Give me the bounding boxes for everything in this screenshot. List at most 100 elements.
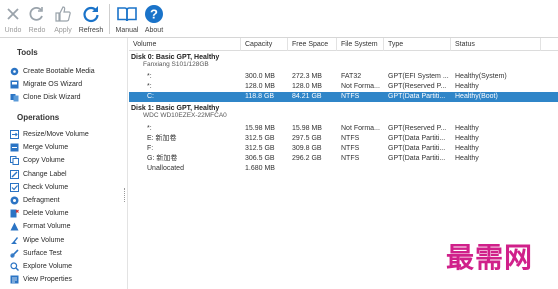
free-space-cell: 296.2 GB — [292, 155, 322, 162]
disk-0-header[interactable]: Disk 0: Basic GPT, Healthy Fanxiang S101… — [129, 54, 558, 68]
table-row[interactable]: F: 312.5 GB 309.8 GB NTFS GPT(Data Parti… — [129, 144, 558, 154]
column-header-capacity[interactable]: Capacity — [241, 38, 288, 51]
clone-disk-item[interactable]: Clone Disk Wizard — [0, 91, 126, 104]
delete-volume-label: Delete Volume — [23, 210, 69, 218]
table-row-selected[interactable]: C: 118.8 GB 84.21 GB NTFS GPT(Data Parti… — [129, 92, 558, 102]
defragment-item[interactable]: Defragment — [0, 194, 126, 207]
change-label-label: Change Label — [23, 170, 67, 178]
merge-volume-label: Merge Volume — [23, 144, 69, 152]
free-space-cell: 128.0 MB — [292, 83, 322, 90]
type-cell: GPT(Data Partiti... — [388, 93, 446, 100]
volume-cell: *: — [147, 83, 152, 90]
book-icon — [116, 3, 138, 25]
migrate-os-icon — [9, 80, 19, 90]
table-row[interactable]: *: 300.0 MB 272.3 MB FAT32 GPT(EFI Syste… — [129, 72, 558, 82]
create-bootable-media-label: Create Bootable Media — [23, 68, 95, 76]
redo-icon — [26, 3, 48, 25]
check-icon — [9, 182, 19, 192]
type-cell: GPT(Data Partiti... — [388, 155, 446, 162]
wipe-volume-item[interactable]: Wipe Volume — [0, 234, 126, 247]
file-system-cell: NTFS — [341, 145, 360, 152]
manual-label: Manual — [115, 27, 139, 34]
table-row[interactable]: Unallocated 1.680 MB — [129, 164, 558, 174]
status-cell: Healthy(Boot) — [455, 93, 498, 100]
format-volume-item[interactable]: Format Volume — [0, 220, 126, 233]
capacity-cell: 312.5 GB — [245, 135, 275, 142]
capacity-cell: 300.0 MB — [245, 73, 275, 80]
refresh-label: Refresh — [78, 27, 104, 34]
copy-volume-item[interactable]: Copy Volume — [0, 154, 126, 167]
manual-button[interactable]: Manual — [113, 0, 141, 38]
table-row[interactable]: *: 15.98 MB 15.98 MB Not Forma... GPT(Re… — [129, 124, 558, 134]
free-space-cell: 84.21 GB — [292, 93, 322, 100]
format-icon — [9, 222, 19, 232]
view-properties-label: View Properties — [23, 276, 72, 284]
about-button[interactable]: ? About — [141, 0, 167, 38]
defragment-icon — [9, 196, 19, 206]
table-row[interactable]: E: 新加卷 312.5 GB 297.5 GB NTFS GPT(Data P… — [129, 134, 558, 144]
resize-move-volume-item[interactable]: Resize/Move Volume — [0, 128, 126, 141]
thumbs-up-icon — [52, 3, 74, 25]
file-system-cell: FAT32 — [341, 73, 362, 80]
splitter-handle[interactable] — [124, 188, 126, 202]
disk-1-header[interactable]: Disk 1: Basic GPT, Healthy WDC WD10EZEX-… — [129, 105, 558, 119]
surface-test-icon — [9, 248, 19, 258]
status-cell: Healthy(System) — [455, 73, 507, 80]
create-bootable-media-item[interactable]: Create Bootable Media — [0, 65, 126, 78]
disk-0-model: Fanxiang S101/128GB — [143, 61, 209, 68]
table-header: Volume Capacity Free Space File System T… — [129, 38, 558, 51]
change-label-item[interactable]: Change Label — [0, 168, 126, 181]
redo-button[interactable]: Redo — [24, 0, 50, 38]
operations-section-title: Operations — [17, 113, 60, 122]
defragment-label: Defragment — [23, 197, 60, 205]
volume-cell: E: 新加卷 — [147, 135, 177, 142]
file-system-cell: Not Forma... — [341, 125, 380, 132]
status-cell: Healthy — [455, 155, 479, 162]
free-space-cell: 297.5 GB — [292, 135, 322, 142]
status-cell: Healthy — [455, 125, 479, 132]
status-cell: Healthy — [455, 145, 479, 152]
type-cell: GPT(Reserved P... — [388, 125, 447, 132]
redo-label: Redo — [28, 27, 46, 34]
view-properties-item[interactable]: View Properties — [0, 273, 126, 286]
table-row[interactable]: *: 128.0 MB 128.0 MB Not Forma... GPT(Re… — [129, 82, 558, 92]
disk-0-title: Disk 0: Basic GPT, Healthy — [131, 54, 220, 61]
status-cell: Healthy — [455, 135, 479, 142]
capacity-cell: 1.680 MB — [245, 165, 275, 172]
disk-1-title: Disk 1: Basic GPT, Healthy — [131, 105, 220, 112]
capacity-cell: 312.5 GB — [245, 145, 275, 152]
column-header-free-space[interactable]: Free Space — [288, 38, 337, 51]
table-row[interactable]: G: 新加卷 306.5 GB 296.2 GB NTFS GPT(Data P… — [129, 154, 558, 164]
surface-test-label: Surface Test — [23, 249, 62, 257]
column-header-volume[interactable]: Volume — [129, 38, 241, 51]
capacity-cell: 128.0 MB — [245, 83, 275, 90]
volume-cell: F: — [147, 145, 154, 152]
surface-test-item[interactable]: Surface Test — [0, 247, 126, 260]
explore-volume-item[interactable]: Explore Volume — [0, 260, 126, 273]
type-cell: GPT(Data Partiti... — [388, 145, 446, 152]
apply-button[interactable]: Apply — [50, 0, 76, 38]
column-header-status[interactable]: Status — [451, 38, 541, 51]
migrate-os-item[interactable]: Migrate OS Wizard — [0, 78, 126, 91]
free-space-cell: 272.3 MB — [292, 73, 322, 80]
about-label: About — [144, 27, 164, 34]
volume-cell: Unallocated — [147, 165, 184, 172]
clone-disk-icon — [9, 93, 19, 103]
file-system-cell: NTFS — [341, 135, 360, 142]
refresh-button[interactable]: Refresh — [76, 0, 106, 38]
wipe-volume-label: Wipe Volume — [23, 236, 65, 244]
refresh-icon — [80, 3, 102, 25]
capacity-cell: 15.98 MB — [245, 125, 275, 132]
toolbar-separator — [109, 4, 110, 34]
check-volume-item[interactable]: Check Volume — [0, 181, 126, 194]
delete-volume-item[interactable]: Delete Volume — [0, 207, 126, 220]
column-header-type[interactable]: Type — [384, 38, 451, 51]
column-header-file-system[interactable]: File System — [337, 38, 384, 51]
volume-cell: G: 新加卷 — [147, 155, 178, 162]
type-cell: GPT(EFI System ... — [388, 73, 449, 80]
merge-volume-item[interactable]: Merge Volume — [0, 141, 126, 154]
undo-button[interactable]: Undo — [2, 0, 24, 38]
type-cell: GPT(Data Partiti... — [388, 135, 446, 142]
free-space-cell: 309.8 GB — [292, 145, 322, 152]
explore-volume-label: Explore Volume — [23, 262, 73, 270]
